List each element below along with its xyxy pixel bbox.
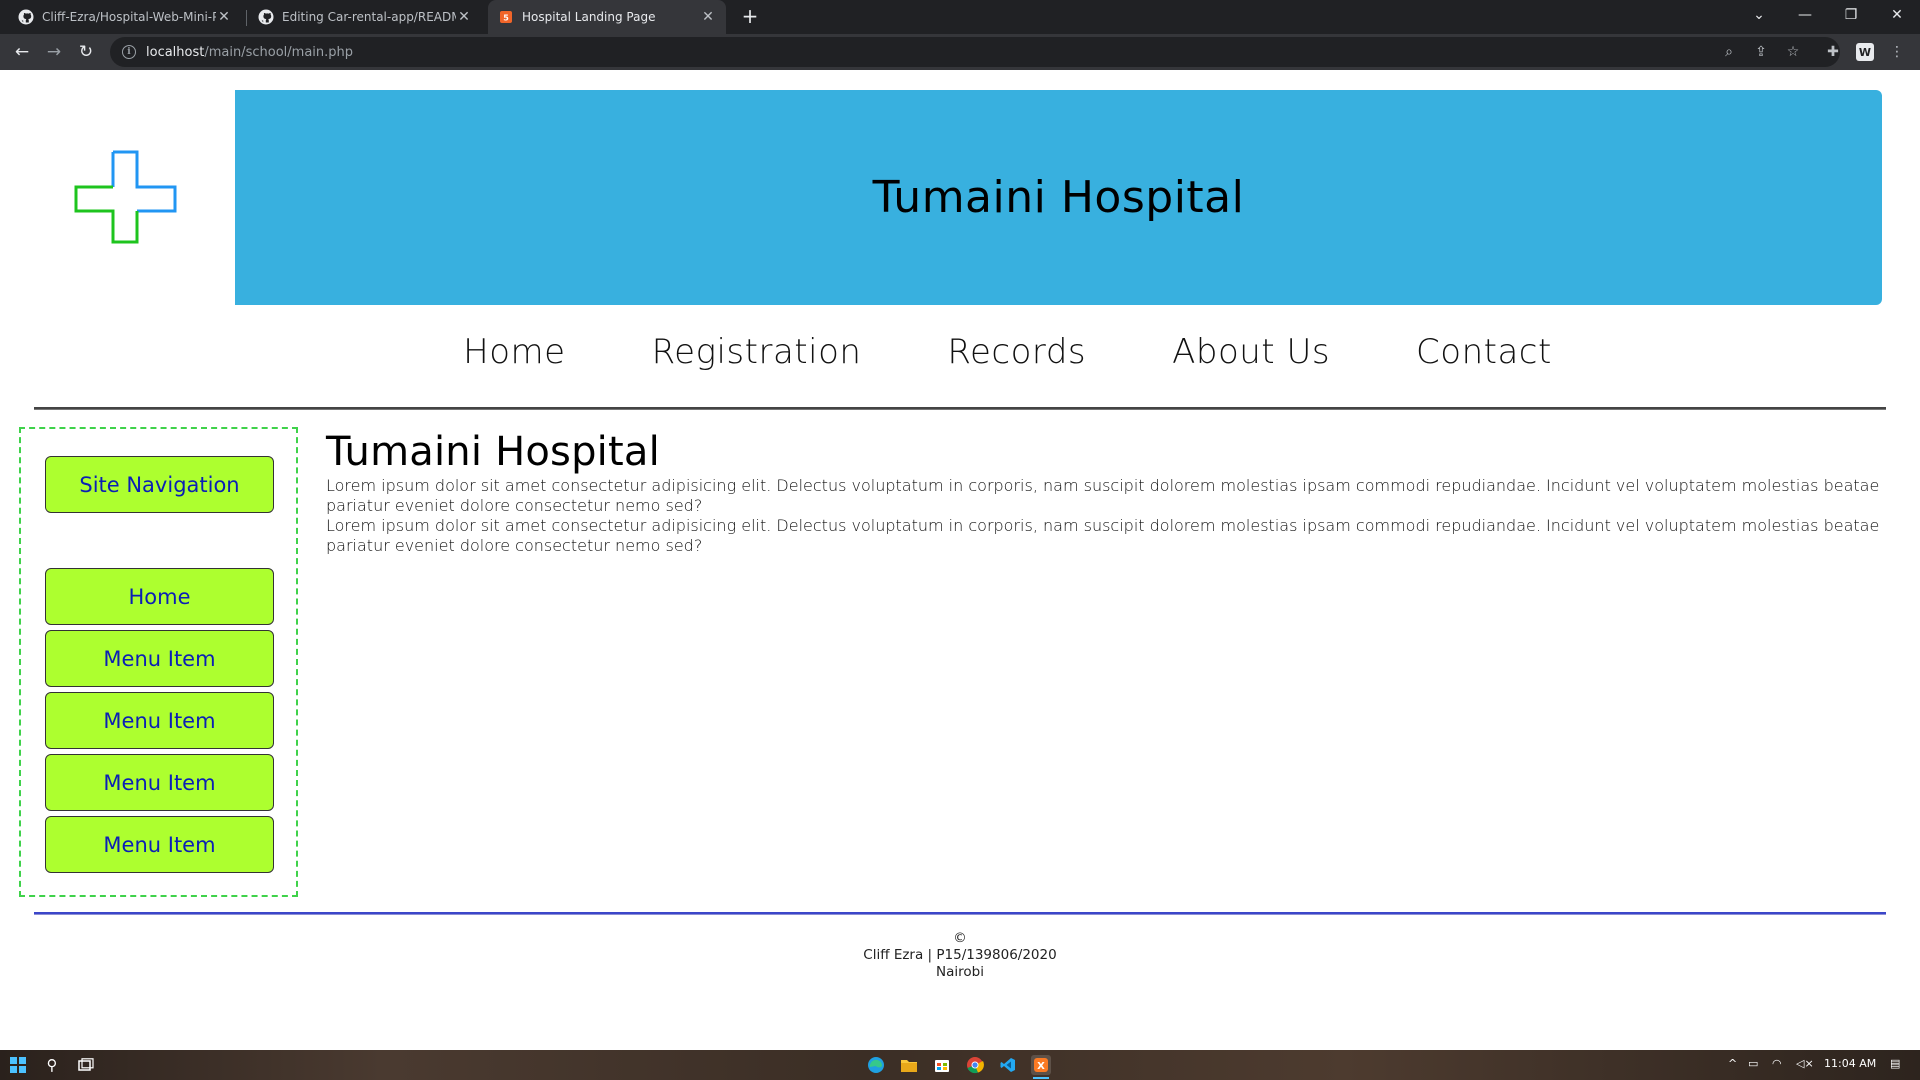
url-path: /main/school/main.php: [204, 44, 354, 60]
browser-tab-2[interactable]: Editing Car-rental-app/README.m ✕: [248, 0, 482, 34]
nav-link-contact[interactable]: Contact: [1416, 332, 1552, 372]
svg-text:5: 5: [503, 14, 509, 23]
restore-button[interactable]: ❐: [1828, 0, 1874, 30]
back-arrow-icon[interactable]: ←: [8, 38, 36, 66]
footer: © Cliff Ezra | P15/139806/2020 Nairobi: [0, 930, 1920, 981]
zoom-icon[interactable]: ⌕: [1720, 43, 1738, 61]
active-app-indicator: [1033, 1077, 1049, 1079]
tab-title: Cliff-Ezra/Hospital-Web-Mini-Pro: [42, 10, 216, 24]
tray-chevron-icon[interactable]: ^: [1728, 1057, 1737, 1070]
content-paragraph-2: Lorem ipsum dolor sit amet consectetur a…: [326, 516, 1880, 555]
wifi-icon[interactable]: ◠: [1772, 1057, 1782, 1070]
extensions-puzzle-icon[interactable]: ✚: [1824, 43, 1842, 61]
nav-link-registration[interactable]: Registration: [652, 332, 862, 372]
footer-copyright: ©: [953, 930, 967, 946]
main-content: Tumaini Hospital Lorem ipsum dolor sit a…: [326, 428, 1892, 556]
nav-link-home[interactable]: Home: [463, 332, 565, 372]
notification-center-icon[interactable]: ▤: [1890, 1057, 1900, 1070]
forward-arrow-icon[interactable]: →: [40, 38, 68, 66]
site-info-icon[interactable]: i: [122, 45, 136, 59]
site-title: Tumaini Hospital: [872, 172, 1245, 223]
windows-start-icon[interactable]: [8, 1055, 28, 1075]
github-icon: [18, 9, 34, 25]
task-view-icon[interactable]: [76, 1055, 96, 1075]
browser-tab-1[interactable]: Cliff-Ezra/Hospital-Web-Mini-Pro ✕: [8, 0, 242, 34]
more-menu-icon[interactable]: ⋮: [1888, 43, 1906, 61]
html5-icon: 5: [498, 9, 514, 25]
close-icon[interactable]: ✕: [456, 9, 472, 25]
sidebar: Site Navigation Home Menu Item Menu Item…: [19, 427, 298, 897]
tab-title: Hospital Landing Page: [522, 10, 656, 24]
nav-link-about-us[interactable]: About Us: [1172, 332, 1330, 372]
browser-tab-active[interactable]: 5 Hospital Landing Page ✕: [488, 0, 726, 34]
svg-text:X: X: [1037, 1061, 1045, 1072]
address-bar[interactable]: i localhost/main/school/main.php: [110, 37, 1840, 67]
footer-divider: [34, 912, 1886, 915]
close-icon[interactable]: ✕: [700, 9, 716, 25]
xampp-icon[interactable]: X: [1031, 1055, 1051, 1075]
vscode-icon[interactable]: [998, 1055, 1018, 1075]
footer-city: Nairobi: [936, 964, 984, 980]
browser-tab-strip: Cliff-Ezra/Hospital-Web-Mini-Pro ✕ Editi…: [0, 0, 1920, 34]
share-icon[interactable]: ⇪: [1752, 43, 1770, 61]
header-banner: Tumaini Hospital: [235, 90, 1882, 305]
sidebar-item-menu-4[interactable]: Menu Item: [45, 816, 274, 873]
main-nav: Home Registration Records About Us Conta…: [0, 332, 1920, 372]
microsoft-store-icon[interactable]: [932, 1055, 952, 1075]
url-host: localhost: [146, 44, 205, 60]
sidebar-item-home[interactable]: Home: [45, 568, 274, 625]
new-tab-button[interactable]: +: [738, 5, 762, 29]
sidebar-item-menu-3[interactable]: Menu Item: [45, 754, 274, 811]
page-viewport: Tumaini Hospital Home Registration Recor…: [0, 70, 1920, 1050]
sidebar-item-menu-1[interactable]: Menu Item: [45, 630, 274, 687]
close-icon[interactable]: ✕: [216, 9, 232, 25]
sidebar-heading-button[interactable]: Site Navigation: [45, 456, 274, 513]
tab-search-chevron-icon[interactable]: ⌄: [1736, 0, 1782, 30]
browser-toolbar: ← → ↻ i localhost/main/school/main.php ⌕…: [0, 34, 1920, 70]
file-explorer-icon[interactable]: [899, 1055, 919, 1075]
content-paragraph-1: Lorem ipsum dolor sit amet consectetur a…: [326, 476, 1880, 515]
tab-title: Editing Car-rental-app/README.m: [282, 10, 456, 24]
battery-icon[interactable]: ▭: [1748, 1057, 1758, 1070]
minimize-button[interactable]: —: [1782, 0, 1828, 30]
windows-taskbar: ⚲ X ^ ▭ ◠ ◁× 11:04 AM ▤: [0, 1050, 1920, 1080]
reload-icon[interactable]: ↻: [72, 38, 100, 66]
header-divider: [34, 407, 1886, 410]
profile-extension-icon[interactable]: W: [1856, 43, 1874, 61]
volume-muted-icon[interactable]: ◁×: [1796, 1057, 1814, 1070]
edge-browser-icon[interactable]: [866, 1055, 886, 1075]
nav-link-records[interactable]: Records: [947, 332, 1086, 372]
bookmark-star-icon[interactable]: ☆: [1784, 43, 1802, 61]
footer-author: Cliff Ezra | P15/139806/2020: [863, 947, 1057, 963]
github-icon: [258, 9, 274, 25]
search-icon[interactable]: ⚲: [42, 1055, 62, 1075]
sidebar-item-menu-2[interactable]: Menu Item: [45, 692, 274, 749]
chrome-icon[interactable]: [965, 1055, 985, 1075]
close-window-button[interactable]: ✕: [1874, 0, 1920, 30]
tab-separator: [246, 10, 247, 26]
medical-cross-icon: [74, 150, 178, 248]
content-title: Tumaini Hospital: [326, 429, 660, 475]
clock-time[interactable]: 11:04 AM: [1824, 1057, 1876, 1070]
